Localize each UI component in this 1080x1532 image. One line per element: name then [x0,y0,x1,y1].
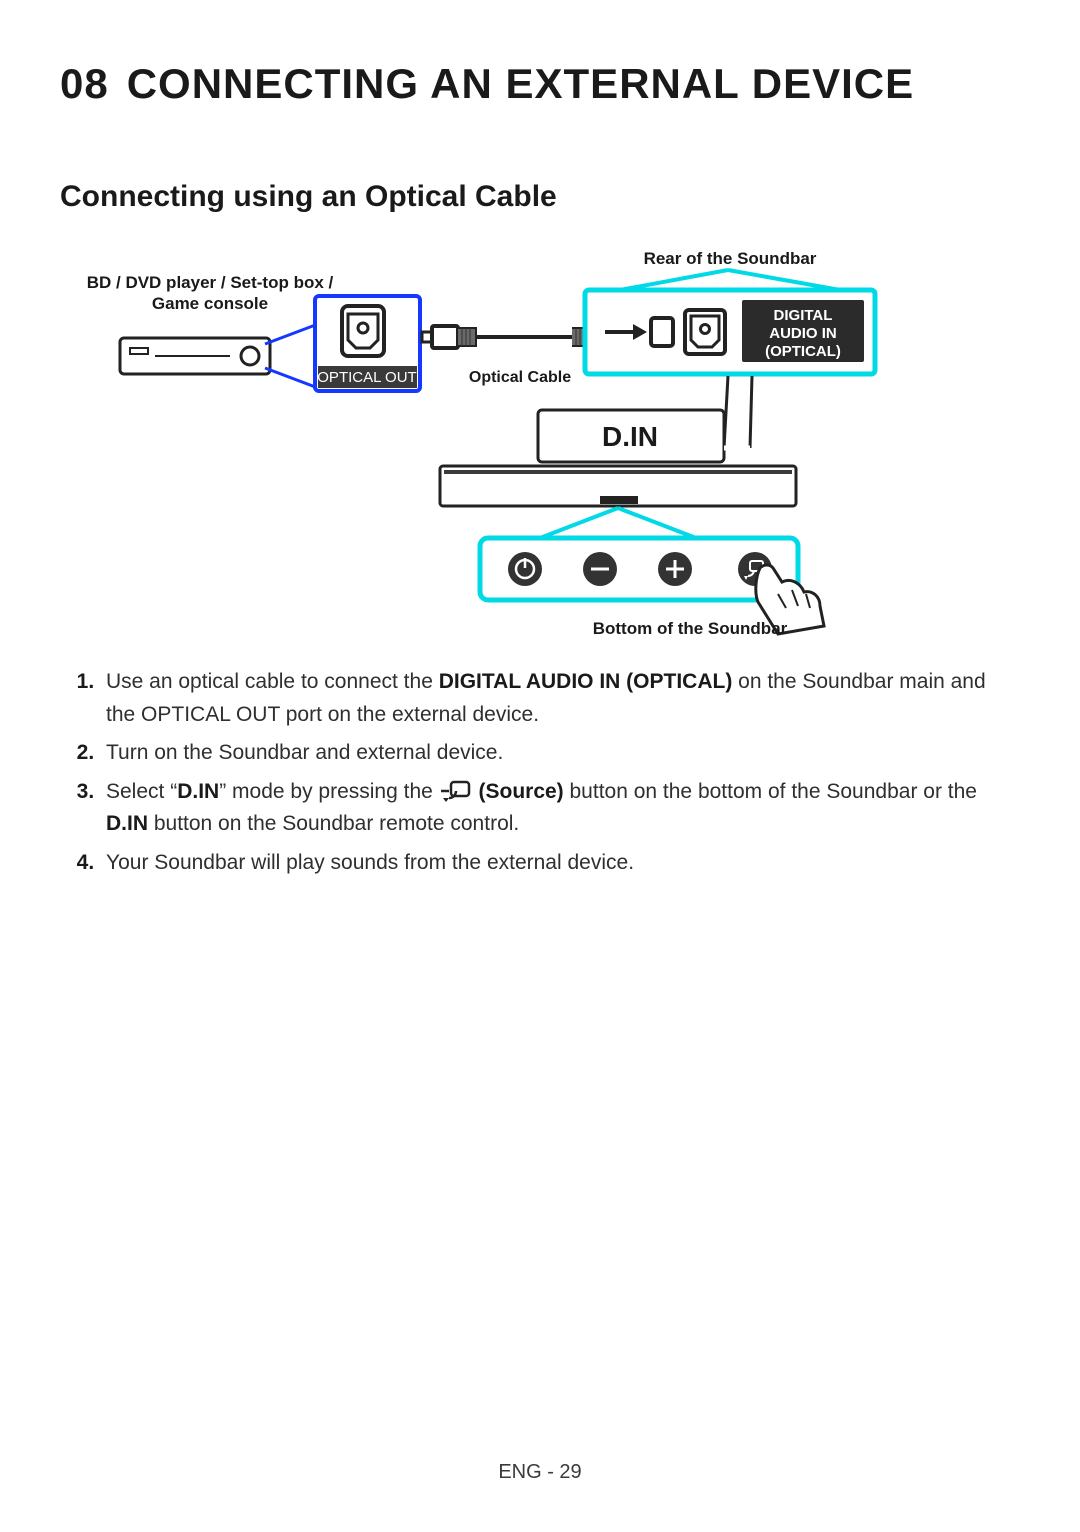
optical-out-text: OPTICAL OUT [317,369,416,386]
step-2: Turn on the Soundbar and external device… [100,737,1020,770]
page-footer: ENG - 29 [0,1461,1080,1484]
optical-cable-label: Optical Cable [460,368,580,388]
connection-diagram: BD / DVD player / Set-top box / Game con… [60,248,1020,648]
svg-text:DIGITAL: DIGITAL [774,307,833,324]
rear-of-soundbar-label: Rear of the Soundbar [620,248,840,269]
step-1: Use an optical cable to connect the DIGI… [100,666,1020,731]
din-bubble: D.IN [538,376,752,462]
soundbar-front-icon [440,466,796,506]
soundbar-bottom-panel [480,508,824,634]
source-device-label: BD / DVD player / Set-top box / Game con… [70,272,350,315]
cable-left-plug-icon [422,326,476,348]
section-title: Connecting using an Optical Cable [60,180,1020,214]
instruction-steps: Use an optical cable to connect the DIGI… [60,666,1020,879]
source-device-icon [120,324,318,388]
volume-up-button-icon [658,552,692,586]
svg-text:(OPTICAL): (OPTICAL) [765,343,841,360]
chapter-number: 08 [60,60,109,108]
chapter-title: CONNECTING AN EXTERNAL DEVICE [127,60,914,108]
chapter-heading: 08 CONNECTING AN EXTERNAL DEVICE [60,60,1020,108]
rear-soundbar-callout: DIGITAL AUDIO IN (OPTICAL) [585,270,875,374]
step-4: Your Soundbar will play sounds from the … [100,847,1020,880]
step-3: Select “D.IN” mode by pressing the (Sour… [100,776,1020,841]
source-icon [439,780,473,802]
svg-text:D.IN: D.IN [602,421,658,452]
svg-text:AUDIO IN: AUDIO IN [769,325,837,342]
bottom-of-soundbar-label: Bottom of the Soundbar [550,618,830,639]
volume-down-button-icon [583,552,617,586]
power-button-icon [508,552,542,586]
